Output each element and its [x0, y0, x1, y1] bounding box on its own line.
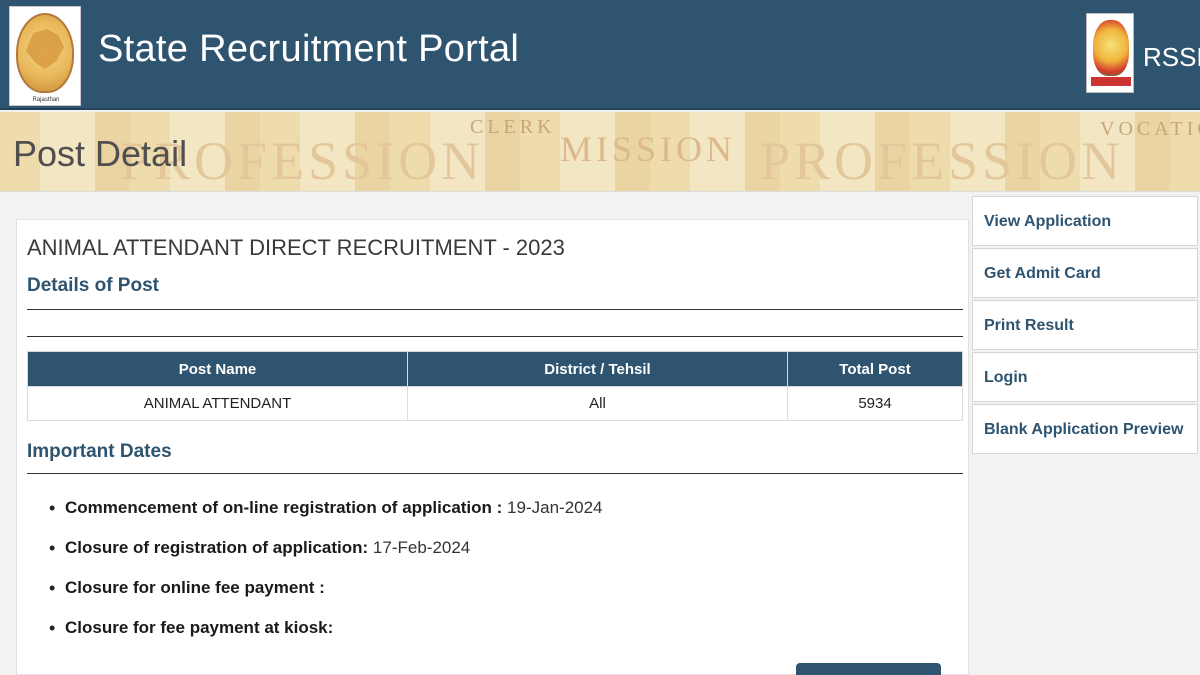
- list-item: Closure for fee payment at kiosk:: [47, 612, 603, 652]
- recruitment-title: ANIMAL ATTENDANT DIRECT RECRUITMENT - 20…: [27, 235, 565, 260]
- sidebar-menu: View Application Get Admit Card Print Re…: [972, 196, 1198, 456]
- banner-watermark: VOCATION: [1100, 118, 1200, 140]
- table-cell: ANIMAL ATTENDANT: [27, 386, 408, 421]
- table-row: ANIMAL ATTENDANT All 5934: [27, 386, 963, 421]
- divider: [27, 309, 963, 310]
- column-header: Total Post: [787, 351, 963, 387]
- list-item: Commencement of on-line registration of …: [47, 492, 603, 532]
- date-label: Commencement of on-line registration of …: [65, 498, 503, 517]
- banner-watermark: PROFESSION: [760, 131, 1125, 191]
- rajasthan-logo[interactable]: Rajasthan: [9, 6, 81, 106]
- page-title: Post Detail: [13, 133, 188, 174]
- divider: [27, 336, 963, 337]
- banner-watermark: CLERK: [470, 116, 556, 138]
- list-item: Closure for online fee payment :: [47, 572, 603, 612]
- sidebar-item-view-application[interactable]: View Application: [972, 196, 1198, 246]
- divider: [27, 473, 963, 474]
- post-detail-panel: ANIMAL ATTENDANT DIRECT RECRUITMENT - 20…: [16, 219, 969, 675]
- column-header: Post Name: [27, 351, 408, 387]
- sidebar-item-login[interactable]: Login: [972, 352, 1198, 402]
- logo-caption: Rajasthan: [32, 97, 60, 103]
- banner-watermark: MISSION: [560, 129, 737, 169]
- details-heading: Details of Post: [27, 275, 159, 296]
- date-value: 19-Jan-2024: [507, 498, 603, 517]
- date-label: Closure of registration of application:: [65, 538, 369, 557]
- table-cell: 5934: [787, 386, 963, 421]
- sidebar-item-get-admit-card[interactable]: Get Admit Card: [972, 248, 1198, 298]
- sidebar-item-print-result[interactable]: Print Result: [972, 300, 1198, 350]
- important-dates-heading: Important Dates: [27, 441, 172, 462]
- column-header: District / Tehsil: [407, 351, 788, 387]
- table-cell: All: [407, 386, 788, 421]
- rssb-label: RSSB: [1143, 42, 1200, 72]
- dates-list: Commencement of on-line registration of …: [47, 492, 603, 652]
- site-header: Rajasthan State Recruitment Portal RSSB: [0, 0, 1200, 110]
- post-table: Post Name District / Tehsil Total Post A…: [27, 351, 963, 421]
- date-value: 17-Feb-2024: [372, 538, 471, 557]
- emblem-icon: [1093, 20, 1129, 76]
- rssb-emblem[interactable]: [1086, 13, 1134, 93]
- date-label: Closure for online fee payment :: [65, 578, 325, 597]
- portal-title: State Recruitment Portal: [98, 28, 520, 70]
- apply-button[interactable]: [796, 663, 941, 675]
- page-banner: PROFESSION MISSION CLERK PROFESSION VOCA…: [0, 112, 1200, 192]
- table-header-row: Post Name District / Tehsil Total Post: [27, 351, 963, 387]
- list-item: Closure of registration of application: …: [47, 532, 603, 572]
- emblem-band: [1091, 77, 1131, 86]
- sidebar-item-blank-application-preview[interactable]: Blank Application Preview: [972, 404, 1198, 454]
- date-label: Closure for fee payment at kiosk:: [65, 618, 334, 637]
